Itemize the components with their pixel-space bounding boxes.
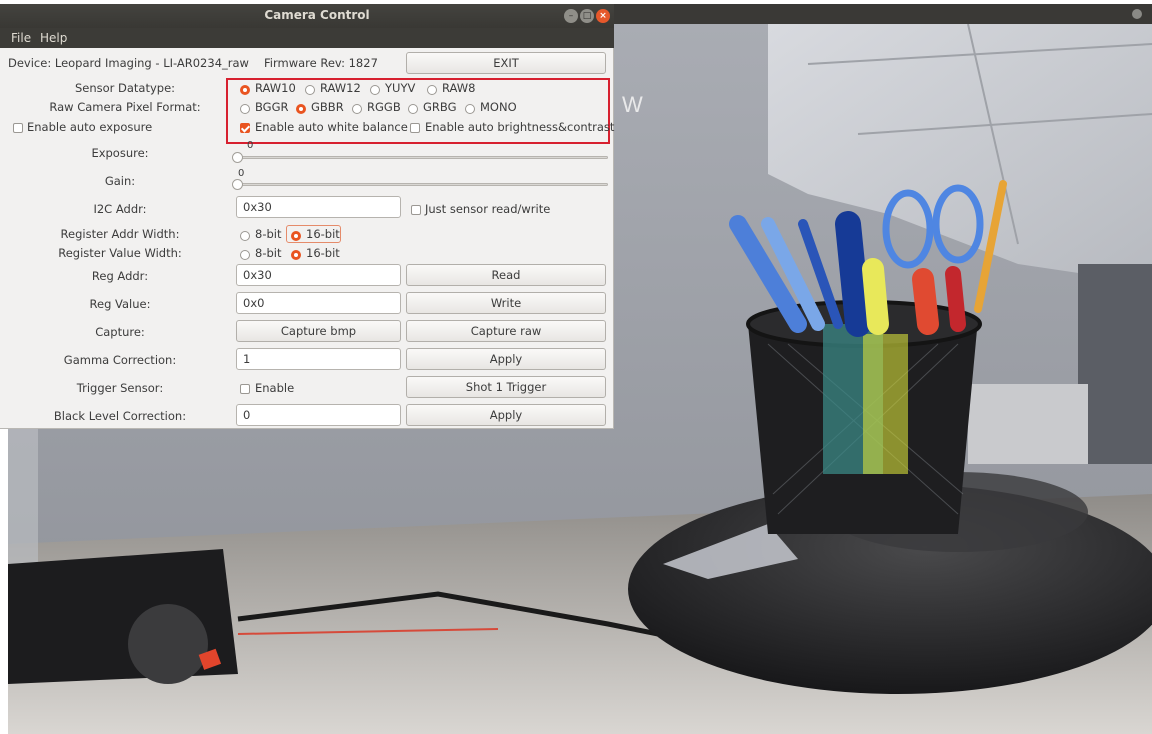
radio-raw12-label: RAW12 bbox=[320, 81, 361, 95]
reg-addr-width-label: Register Addr Width: bbox=[60, 227, 180, 241]
i2c-addr-label: I2C Addr: bbox=[93, 202, 147, 216]
sensor-rw-label: Just sensor read/write bbox=[425, 202, 551, 216]
trigger-label: Trigger Sensor: bbox=[76, 381, 164, 395]
reg-addr-label: Reg Addr: bbox=[91, 269, 149, 283]
capture-label: Capture: bbox=[95, 325, 145, 339]
sensor-rw-checkbox[interactable] bbox=[411, 205, 421, 215]
radio-raw8[interactable] bbox=[427, 85, 437, 95]
radio-raw8-label: RAW8 bbox=[442, 81, 476, 95]
window-control-icon bbox=[1132, 9, 1142, 19]
trigger-enable-label: Enable bbox=[255, 381, 295, 395]
gain-label: Gain: bbox=[104, 174, 136, 188]
exit-button[interactable]: EXIT bbox=[406, 52, 606, 74]
radio-value-8bit[interactable] bbox=[240, 250, 250, 260]
black-level-label: Black Level Correction: bbox=[53, 409, 187, 423]
radio-rggb[interactable] bbox=[352, 104, 362, 114]
gamma-apply-button[interactable]: Apply bbox=[406, 348, 606, 370]
radio-raw10-label: RAW10 bbox=[255, 81, 296, 95]
capture-bmp-button[interactable]: Capture bmp bbox=[236, 320, 401, 342]
radio-addr-8bit[interactable] bbox=[240, 231, 250, 241]
radio-mono-label: MONO bbox=[480, 100, 517, 114]
radio-addr-16bit[interactable] bbox=[291, 231, 301, 241]
menu-help[interactable]: Help bbox=[40, 31, 67, 45]
menu-bar: File Help bbox=[0, 28, 614, 48]
close-icon[interactable]: × bbox=[596, 9, 610, 23]
device-label: Device: Leopard Imaging - LI-AR0234_raw bbox=[8, 56, 249, 70]
radio-rggb-label: RGGB bbox=[367, 100, 401, 114]
gain-slider[interactable] bbox=[234, 183, 608, 186]
reg-value-width-label: Register Value Width: bbox=[58, 246, 182, 260]
firmware-label: Firmware Rev: 1827 bbox=[264, 56, 378, 70]
radio-yuyv[interactable] bbox=[370, 85, 380, 95]
reg-value-label: Reg Value: bbox=[89, 297, 151, 311]
radio-raw12[interactable] bbox=[305, 85, 315, 95]
preview-overlay-text: W bbox=[622, 92, 644, 117]
radio-addr-8bit-label: 8-bit bbox=[255, 227, 282, 241]
radio-value-16bit[interactable] bbox=[291, 250, 301, 260]
auto-white-balance-checkbox[interactable] bbox=[240, 123, 250, 133]
reg-addr-input[interactable]: 0x30 bbox=[236, 264, 401, 286]
gamma-label: Gamma Correction: bbox=[63, 353, 177, 367]
radio-grbg[interactable] bbox=[408, 104, 418, 114]
exposure-label: Exposure: bbox=[91, 146, 149, 160]
exposure-slider-handle[interactable] bbox=[232, 152, 243, 163]
black-level-apply-button[interactable]: Apply bbox=[406, 404, 606, 426]
radio-bggr-label: BGGR bbox=[255, 100, 289, 114]
pixel-format-label: Raw Camera Pixel Format: bbox=[49, 100, 201, 114]
title-bar[interactable]: Camera Control – □ × bbox=[0, 4, 614, 28]
exposure-slider[interactable] bbox=[234, 156, 608, 159]
maximize-icon[interactable]: □ bbox=[580, 9, 594, 23]
radio-addr-16bit-label: 16-bit bbox=[306, 227, 340, 241]
sensor-datatype-label: Sensor Datatype: bbox=[74, 81, 176, 95]
radio-grbg-label: GRBG bbox=[423, 100, 457, 114]
write-button[interactable]: Write bbox=[406, 292, 606, 314]
radio-raw10[interactable] bbox=[240, 85, 250, 95]
gain-slider-handle[interactable] bbox=[232, 179, 243, 190]
camera-control-window: Camera Control – □ × File Help Device: L… bbox=[0, 4, 614, 429]
radio-bggr[interactable] bbox=[240, 104, 250, 114]
auto-brightness-label: Enable auto brightness&contrast bbox=[425, 120, 615, 134]
auto-white-balance-label: Enable auto white balance bbox=[255, 120, 408, 134]
black-level-input[interactable]: 0 bbox=[236, 404, 401, 426]
gain-value: 0 bbox=[238, 168, 245, 179]
radio-mono[interactable] bbox=[465, 104, 475, 114]
auto-brightness-checkbox[interactable] bbox=[410, 123, 420, 133]
minimize-icon[interactable]: – bbox=[564, 9, 578, 23]
gamma-input[interactable]: 1 bbox=[236, 348, 401, 370]
auto-exposure-checkbox[interactable] bbox=[13, 123, 23, 133]
trigger-enable-checkbox[interactable] bbox=[240, 384, 250, 394]
exposure-value: 0 bbox=[247, 140, 254, 151]
menu-file[interactable]: File bbox=[11, 31, 31, 45]
window-title: Camera Control bbox=[264, 8, 370, 22]
capture-raw-button[interactable]: Capture raw bbox=[406, 320, 606, 342]
radio-gbbr-label: GBBR bbox=[311, 100, 344, 114]
radio-value-16bit-label: 16-bit bbox=[306, 246, 340, 260]
i2c-addr-input[interactable]: 0x30 bbox=[236, 196, 401, 218]
shot-trigger-button[interactable]: Shot 1 Trigger bbox=[406, 376, 606, 398]
radio-gbbr[interactable] bbox=[296, 104, 306, 114]
read-button[interactable]: Read bbox=[406, 264, 606, 286]
auto-exposure-label: Enable auto exposure bbox=[27, 120, 153, 134]
radio-value-8bit-label: 8-bit bbox=[255, 246, 282, 260]
radio-yuyv-label: YUYV bbox=[385, 81, 416, 95]
reg-value-input[interactable]: 0x0 bbox=[236, 292, 401, 314]
desktop-top-strip bbox=[612, 4, 1152, 24]
